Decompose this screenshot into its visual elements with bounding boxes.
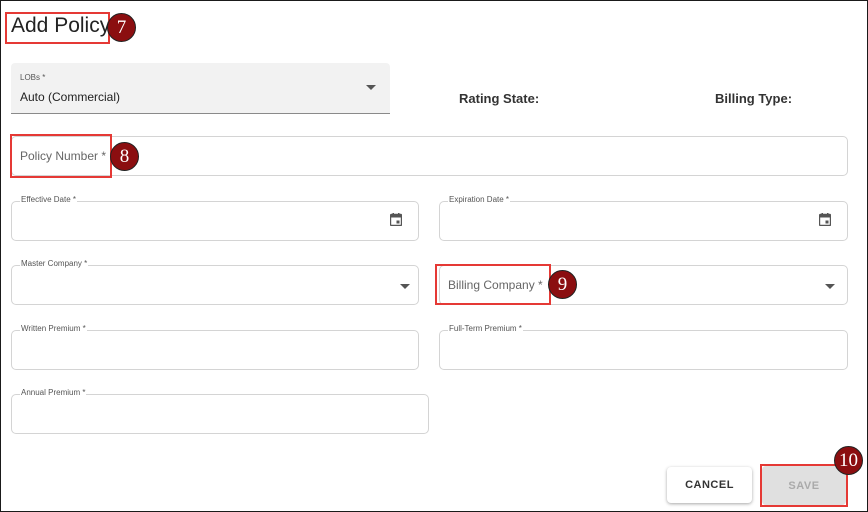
- lob-select[interactable]: LOBs * Auto (Commercial): [11, 63, 390, 114]
- annotation-highlight-billing-company: [435, 264, 551, 305]
- expiration-date-label: Expiration Date *: [448, 195, 511, 204]
- chevron-down-icon: [825, 284, 835, 289]
- annotation-badge-7: 7: [107, 13, 136, 42]
- master-company-label: Master Company *: [20, 259, 89, 268]
- annotation-badge-8: 8: [110, 142, 139, 171]
- annotation-highlight-save: [760, 464, 848, 507]
- lob-select-label: LOBs *: [20, 73, 46, 82]
- annotation-highlight-policy-number: [10, 134, 112, 178]
- chevron-down-icon: [366, 85, 376, 90]
- annotation-badge-10: 10: [834, 446, 863, 475]
- full-term-premium-field[interactable]: Full-Term Premium *: [439, 324, 848, 370]
- master-company-select[interactable]: Master Company *: [11, 259, 419, 305]
- expiration-date-field[interactable]: Expiration Date *: [439, 195, 848, 241]
- billing-type-label: Billing Type:: [715, 91, 793, 106]
- full-term-premium-label: Full-Term Premium *: [448, 324, 523, 333]
- cancel-button[interactable]: CANCEL: [667, 467, 752, 503]
- calendar-icon[interactable]: [819, 213, 831, 226]
- annual-premium-label: Annual Premium *: [20, 388, 87, 397]
- effective-date-field[interactable]: Effective Date *: [11, 195, 419, 241]
- effective-date-label: Effective Date *: [20, 195, 77, 204]
- lob-select-value: Auto (Commercial): [20, 90, 121, 104]
- annotation-badge-9: 9: [548, 270, 577, 299]
- chevron-down-icon: [400, 284, 410, 289]
- written-premium-label: Written Premium *: [20, 324, 87, 333]
- calendar-icon[interactable]: [390, 213, 402, 226]
- annotation-highlight-title: [5, 12, 110, 44]
- rating-state-label: Rating State:: [459, 91, 540, 106]
- written-premium-field[interactable]: Written Premium *: [11, 324, 419, 370]
- annual-premium-field[interactable]: Annual Premium *: [11, 388, 429, 434]
